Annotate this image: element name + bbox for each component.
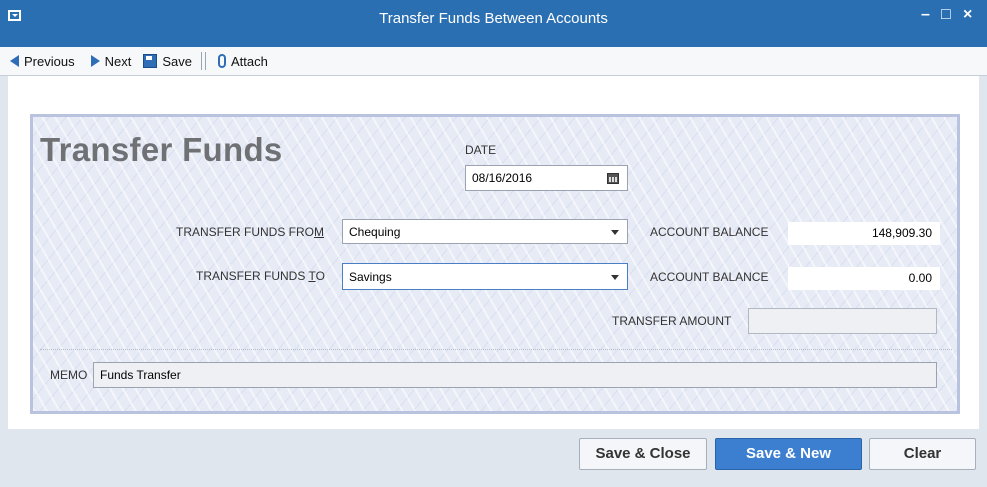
- from-account-balance-label: ACCOUNT BALANCE: [650, 225, 769, 239]
- previous-label: Previous: [24, 53, 75, 69]
- clear-button[interactable]: Clear: [869, 438, 976, 470]
- toolbar-separator: [200, 52, 202, 70]
- transfer-from-dropdown[interactable]: Chequing: [342, 219, 628, 244]
- form-title: Transfer Funds: [40, 131, 283, 168]
- transfer-amount-label: TRANSFER AMOUNT: [612, 314, 732, 328]
- transfer-amount-input[interactable]: [748, 308, 937, 334]
- arrow-left-icon: [10, 55, 19, 67]
- to-account-balance: 0.00: [788, 267, 940, 290]
- next-button[interactable]: Next: [90, 53, 132, 69]
- from-account-balance: 148,909.30: [788, 222, 940, 245]
- maximize-button[interactable]: □: [941, 6, 951, 24]
- attach-label: Attach: [230, 53, 268, 69]
- save-and-close-button[interactable]: Save & Close: [579, 438, 707, 470]
- transfer-to-value: Savings: [349, 269, 392, 284]
- chevron-down-icon: [611, 274, 619, 280]
- save-and-new-button[interactable]: Save & New: [715, 438, 862, 470]
- transfer-to-dropdown[interactable]: Savings: [342, 263, 628, 290]
- calendar-icon[interactable]: [607, 173, 619, 184]
- chevron-down-icon: [611, 229, 619, 235]
- save-toolbar-button[interactable]: Save: [143, 54, 192, 69]
- date-value: 08/16/2016: [472, 171, 533, 185]
- memo-input[interactable]: Funds Transfer: [93, 362, 937, 388]
- date-label: DATE: [465, 143, 497, 157]
- divider: [40, 349, 952, 350]
- paperclip-icon: [217, 54, 226, 68]
- next-label: Next: [104, 53, 132, 69]
- close-button[interactable]: ×: [963, 6, 972, 24]
- transfer-from-label: TRANSFER FUNDS FROM: [176, 225, 324, 239]
- transfer-funds-window: Transfer Funds Between Accounts – □ × Pr…: [0, 0, 987, 487]
- save-label: Save: [162, 53, 192, 69]
- date-field[interactable]: 08/16/2016: [465, 165, 628, 191]
- previous-button[interactable]: Previous: [10, 54, 75, 69]
- transfer-to-label: TRANSFER FUNDS TO: [196, 269, 325, 283]
- title-bar: Transfer Funds Between Accounts – □ ×: [0, 0, 987, 47]
- arrow-right-icon: [90, 55, 100, 67]
- transfer-from-value: Chequing: [349, 224, 401, 239]
- toolbar-separator: [204, 52, 206, 70]
- floppy-disk-icon: [143, 54, 158, 68]
- minimize-button[interactable]: –: [921, 6, 930, 24]
- attach-button[interactable]: Attach: [217, 53, 268, 69]
- to-account-balance-label: ACCOUNT BALANCE: [650, 270, 769, 284]
- toolbar: Previous Next Save Attach: [0, 47, 987, 76]
- window-title: Transfer Funds Between Accounts: [379, 10, 608, 27]
- memo-value: Funds Transfer: [100, 368, 181, 382]
- memo-label: MEMO: [50, 368, 88, 382]
